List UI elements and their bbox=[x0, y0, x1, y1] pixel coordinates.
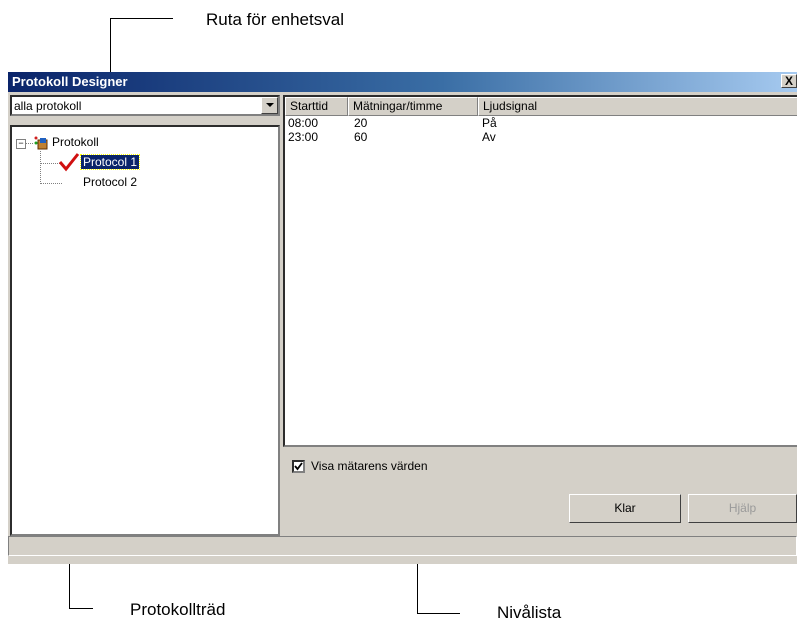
tree-item-label: Protocol 1 bbox=[79, 154, 141, 170]
collapse-toggle[interactable]: − bbox=[16, 139, 26, 149]
protocol-designer-window: Protokoll Designer X alla protokoll − Pr… bbox=[8, 72, 797, 564]
chevron-down-icon bbox=[266, 103, 274, 107]
callout-protocol-tree: Protokollträd bbox=[130, 600, 226, 619]
level-list[interactable]: Starttid Mätningar/timme Ljudsignal 08:0… bbox=[283, 95, 797, 447]
tree-item-protocol-2[interactable]: Protocol 2 bbox=[83, 174, 137, 190]
table-row[interactable]: 08:00 20 På bbox=[285, 116, 795, 130]
column-header-measurements[interactable]: Mätningar/timme bbox=[348, 97, 478, 116]
table-cell: Av bbox=[482, 130, 496, 144]
tree-root[interactable]: Protokoll bbox=[52, 134, 99, 150]
protocol-tree[interactable]: − Protokoll Protocol 1 Protocol 2 bbox=[10, 125, 280, 536]
show-meter-values-checkbox[interactable] bbox=[292, 460, 305, 473]
show-meter-values-label: Visa mätarens värden bbox=[311, 459, 428, 473]
callout-device-select: Ruta för enhetsval bbox=[206, 10, 344, 29]
window-title: Protokoll Designer bbox=[12, 74, 128, 89]
done-button[interactable]: Klar bbox=[569, 494, 681, 523]
protocol-folder-icon bbox=[34, 136, 48, 150]
device-select-combo[interactable]: alla protokoll bbox=[10, 95, 280, 116]
status-bar bbox=[8, 536, 797, 556]
table-cell: På bbox=[482, 116, 497, 130]
combo-value: alla protokoll bbox=[14, 99, 82, 113]
column-header-sound[interactable]: Ljudsignal bbox=[478, 97, 797, 116]
tree-connector bbox=[25, 143, 33, 144]
help-button[interactable]: Hjälp bbox=[688, 494, 797, 523]
column-header-start-time[interactable]: Starttid bbox=[285, 97, 348, 116]
tree-item-label: Protocol 2 bbox=[83, 175, 138, 189]
table-cell: 60 bbox=[354, 130, 368, 144]
tree-connector bbox=[40, 151, 41, 184]
tree-connector bbox=[40, 183, 62, 184]
tree-item-protocol-1[interactable]: Protocol 1 bbox=[79, 154, 141, 170]
close-icon: X bbox=[784, 74, 793, 88]
callout-line bbox=[69, 608, 93, 609]
combo-dropdown-button[interactable] bbox=[261, 97, 278, 114]
table-cell: 08:00 bbox=[288, 116, 319, 130]
close-button[interactable]: X bbox=[781, 74, 797, 88]
callout-line bbox=[417, 613, 460, 614]
red-checkmark-icon bbox=[58, 153, 80, 172]
tree-root-label: Protokoll bbox=[52, 135, 99, 149]
table-row[interactable]: 23:00 60 Av bbox=[285, 130, 795, 144]
title-bar[interactable]: Protokoll Designer X bbox=[8, 72, 797, 92]
table-cell: 23:00 bbox=[288, 130, 319, 144]
checkmark-icon bbox=[294, 462, 303, 471]
table-cell: 20 bbox=[354, 116, 368, 130]
callout-line bbox=[110, 18, 173, 19]
callout-level-list: Nivålista bbox=[497, 603, 562, 622]
